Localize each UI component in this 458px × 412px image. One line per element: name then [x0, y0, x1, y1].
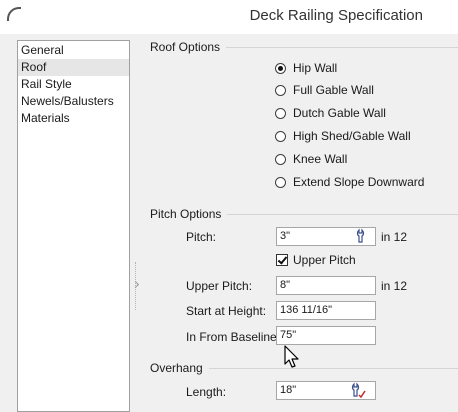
- radio-high-shed-gable-wall[interactable]: High Shed/Gable Wall: [275, 128, 411, 144]
- radio-button-icon[interactable]: [275, 84, 286, 96]
- window-title: Deck Railing Specification: [249, 7, 423, 24]
- radio-button-icon[interactable]: [275, 153, 286, 165]
- roof-options-title: Roof Options: [150, 40, 227, 54]
- radio-label: Full Gable Wall: [293, 83, 374, 97]
- baseline-label: In From Baseline:: [186, 330, 281, 344]
- sidebar-item-newels-balusters[interactable]: Newels/Balusters: [18, 93, 129, 110]
- radio-full-gable-wall[interactable]: Full Gable Wall: [275, 82, 374, 98]
- sidebar-item-general[interactable]: General: [18, 42, 129, 59]
- radio-button-icon[interactable]: [275, 176, 286, 188]
- sidebar-item-rail-style[interactable]: Rail Style: [18, 76, 129, 93]
- wrench-icon[interactable]: [355, 228, 371, 244]
- radio-dutch-gable-wall[interactable]: Dutch Gable Wall: [275, 105, 386, 121]
- wrench-icon[interactable]: [350, 382, 366, 398]
- radio-label: Extend Slope Downward: [293, 175, 425, 189]
- radio-button-icon[interactable]: [275, 130, 286, 142]
- app-icon: [7, 7, 21, 21]
- upper-pitch-label: Upper Pitch:: [186, 279, 253, 293]
- pitch-options-title: Pitch Options: [150, 207, 228, 221]
- radio-hip-wall[interactable]: Hip Wall: [275, 60, 337, 76]
- radio-extend-slope-downward[interactable]: Extend Slope Downward: [275, 174, 424, 190]
- sidebar-item-roof[interactable]: Roof: [18, 59, 129, 76]
- upper-pitch-checkbox[interactable]: Upper Pitch: [276, 252, 356, 268]
- radio-label: Hip Wall: [293, 61, 338, 75]
- title-bar: Deck Railing Specification: [0, 0, 458, 34]
- radio-knee-wall[interactable]: Knee Wall: [275, 151, 347, 167]
- overhang-title: Overhang: [150, 361, 209, 375]
- radio-label: High Shed/Gable Wall: [293, 129, 411, 143]
- start-height-label: Start at Height:: [186, 304, 267, 318]
- start-height-input[interactable]: 136 11/16": [276, 301, 376, 320]
- pitch-unit: in 12: [381, 230, 408, 244]
- pitch-label: Pitch:: [186, 230, 217, 244]
- panel-splitter[interactable]: [135, 262, 141, 310]
- category-list[interactable]: General Roof Rail Style Newels/Balusters…: [17, 40, 130, 412]
- upper-pitch-input[interactable]: 8": [276, 276, 376, 295]
- radio-button-icon[interactable]: [275, 62, 286, 74]
- radio-label: Knee Wall: [293, 152, 348, 166]
- overhang-length-label: Length:: [186, 385, 227, 399]
- mouse-cursor-icon: [284, 345, 299, 368]
- upper-pitch-unit: in 12: [381, 279, 408, 293]
- baseline-input[interactable]: 75": [276, 326, 376, 345]
- radio-button-icon[interactable]: [275, 107, 286, 119]
- upper-pitch-checkbox-label: Upper Pitch: [293, 253, 356, 267]
- checkbox-icon[interactable]: [276, 254, 288, 266]
- sidebar-item-materials[interactable]: Materials: [18, 110, 129, 127]
- radio-label: Dutch Gable Wall: [293, 106, 386, 120]
